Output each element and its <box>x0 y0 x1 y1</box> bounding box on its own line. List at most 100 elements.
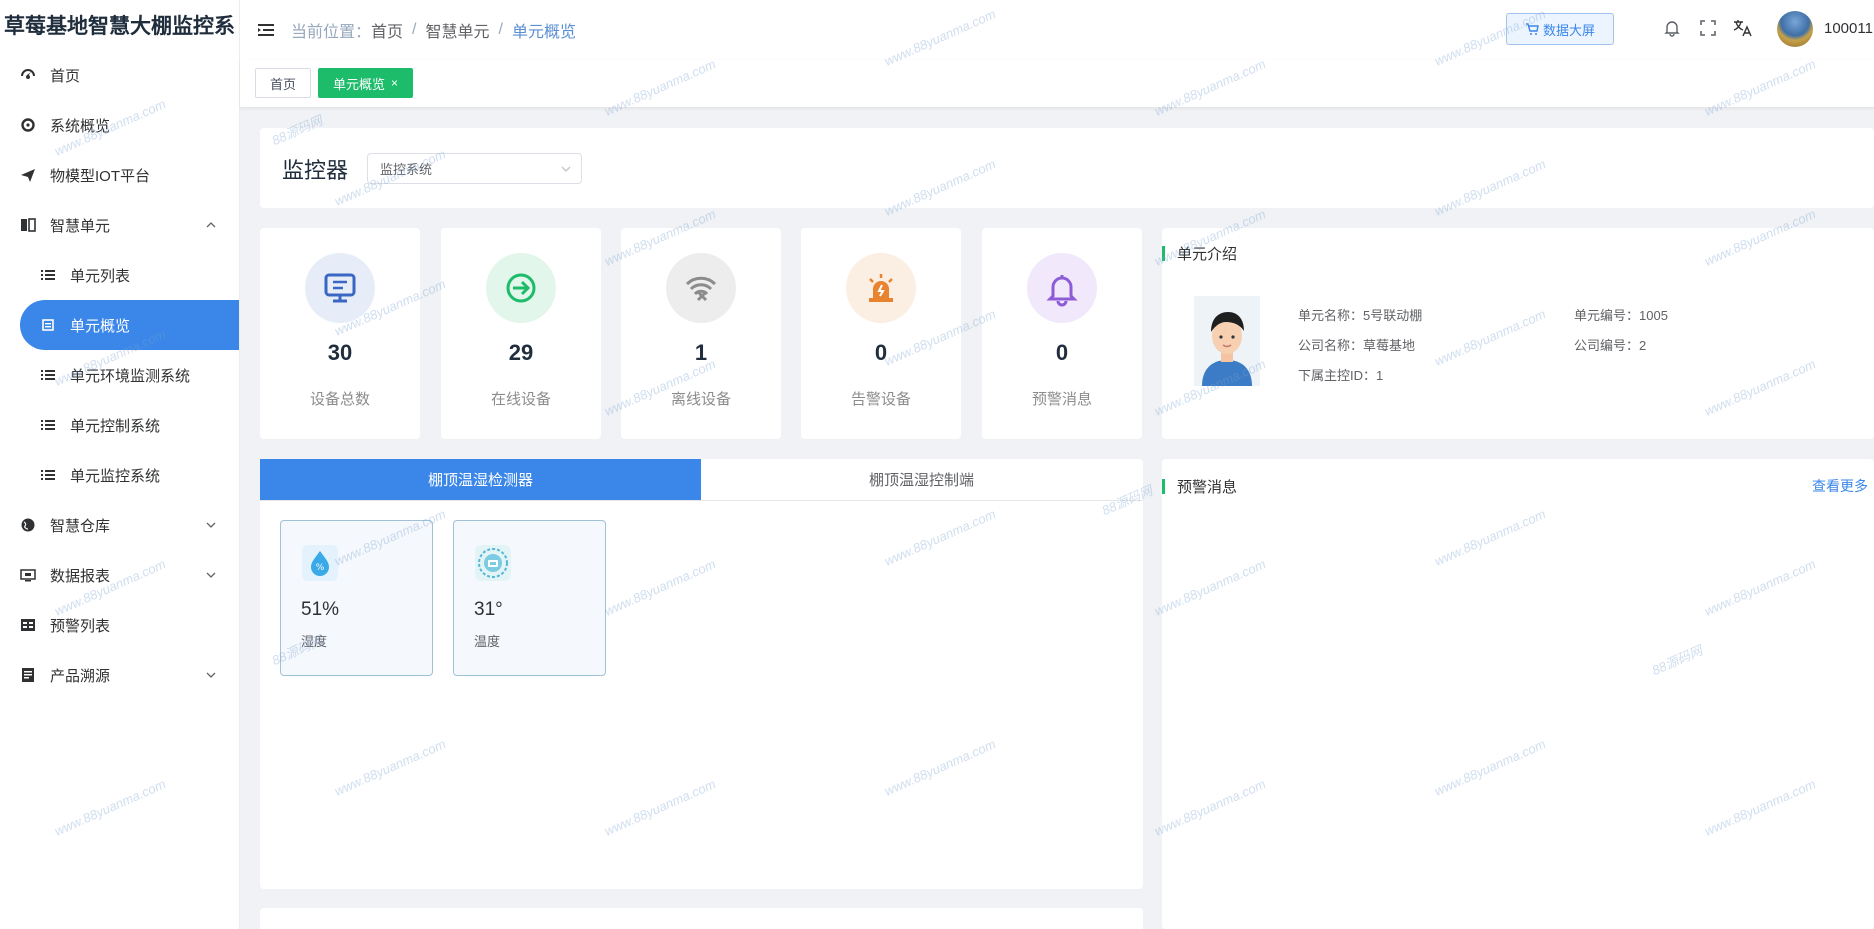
chevron-up-icon <box>205 219 217 231</box>
wifi-off-icon <box>666 253 736 323</box>
warning-title: 预警消息 <box>1162 476 1237 497</box>
sidebar-item-data-report[interactable]: 数据报表 <box>0 550 239 600</box>
stat-value: 29 <box>508 340 534 365</box>
company-number: 公司编号：2 <box>1574 338 1647 353</box>
archive-icon <box>20 667 36 683</box>
sidebar-subitem-label: 单元列表 <box>70 267 131 285</box>
monitor-select[interactable]: 监控系统 <box>367 153 582 184</box>
data-screen-label: 数据大屏 <box>1542 22 1595 38</box>
sidebar-item-warning-list[interactable]: 预警列表 <box>0 600 239 650</box>
unit-avatar-image <box>1194 296 1260 386</box>
sidebar-subitem-unit-overview[interactable]: 单元概览 <box>20 300 239 350</box>
avatar[interactable] <box>1777 11 1813 47</box>
stat-label: 离线设备 <box>670 391 731 408</box>
data-screen-button[interactable]: 数据大屏 <box>1506 13 1614 45</box>
breadcrumb-separator: / <box>412 21 417 38</box>
sidebar-item-iot-platform[interactable]: 物模型IOT平台 <box>0 150 239 200</box>
sidebar-item-product-trace[interactable]: 产品溯源 <box>0 650 239 700</box>
app-title: 草莓基地智慧大棚监控系 <box>4 15 235 38</box>
breadcrumb-current: 单元概览 <box>511 24 576 41</box>
tab-roof-detector[interactable]: 棚顶温湿检测器 <box>260 459 701 500</box>
stat-value: 0 <box>874 340 888 365</box>
hamburger-icon[interactable] <box>256 20 276 40</box>
list-icon <box>40 367 56 383</box>
sidebar-subitem-label: 单元监控系统 <box>70 467 161 485</box>
section-marker <box>1162 246 1165 261</box>
sidebar-subitem-label: 单元环境监测系统 <box>70 367 191 385</box>
sensor-value: 31° <box>474 599 503 620</box>
sidebar-item-label: 系统概览 <box>50 117 111 135</box>
list-icon <box>40 467 56 483</box>
chevron-down-icon <box>205 519 217 531</box>
breadcrumb-prefix: 当前位置： <box>291 24 372 41</box>
sidebar-item-label: 首页 <box>50 67 81 85</box>
sidebar-item-label: 预警列表 <box>50 617 111 635</box>
tag-label: 单元概览 <box>333 76 386 92</box>
breadcrumb-smart-unit[interactable]: 智慧单元 <box>425 18 489 42</box>
globe-icon <box>20 517 36 533</box>
sensor-humidity[interactable]: % 51% 湿度 <box>280 520 433 676</box>
sidebar-subitem-control-system[interactable]: 单元控制系统 <box>0 400 239 450</box>
stat-card-online: 29 在线设备 <box>441 228 601 439</box>
tag-home[interactable]: 首页 <box>255 68 312 98</box>
sidebar-item-label: 智慧单元 <box>50 217 111 235</box>
sensor-label: 温度 <box>474 634 501 649</box>
bell-icon[interactable] <box>1662 18 1682 38</box>
user-id[interactable]: 100011 <box>1824 20 1873 37</box>
stat-card-alarm: 0 告警设备 <box>801 228 961 439</box>
sensor-temperature[interactable]: 31° 温度 <box>453 520 606 676</box>
sidebar-subitem-monitor-system[interactable]: 单元监控系统 <box>0 450 239 500</box>
list-icon <box>40 267 56 283</box>
section-title-text: 单元介绍 <box>1177 246 1238 263</box>
stat-card-warning: 0 预警消息 <box>982 228 1142 439</box>
tags-bar: 首页 单元概览 × <box>240 60 1874 108</box>
sensor-tabs: 棚顶温湿检测器 棚顶温湿控制端 <box>260 459 1143 501</box>
stat-value: 30 <box>327 340 353 365</box>
sidebar-subitem-label: 单元概览 <box>70 317 131 335</box>
view-more-link[interactable]: 查看更多 <box>1812 476 1868 496</box>
document-icon <box>40 317 56 333</box>
sidebar-item-system-overview[interactable]: 系统概览 <box>0 100 239 150</box>
sidebar-item-label: 数据报表 <box>50 567 111 585</box>
header: 当前位置： 首页 / 智慧单元 / 单元概览 数据大屏 100011 <box>240 0 1874 60</box>
section-title-text: 预警消息 <box>1177 479 1238 496</box>
sidebar-subitem-label: 单元控制系统 <box>70 417 161 435</box>
unit-intro-title: 单元介绍 <box>1162 243 1237 264</box>
controller-id: 下属主控ID：1 <box>1298 368 1384 383</box>
close-icon[interactable]: × <box>391 76 398 90</box>
stat-value: 1 <box>694 340 708 365</box>
sidebar: 草莓基地智慧大棚监控系 首页 系统概览 物模型IOT平台 智慧单元 单元列表 单… <box>0 0 240 929</box>
sensor-value: 51% <box>301 599 340 620</box>
stat-label: 告警设备 <box>850 391 911 408</box>
sensor-label: 湿度 <box>301 634 328 649</box>
water-drop-icon: % <box>302 545 338 581</box>
monitor-icon <box>20 567 36 583</box>
tab-roof-controller[interactable]: 棚顶温湿控制端 <box>701 459 1142 500</box>
sidebar-item-label: 产品溯源 <box>50 667 111 685</box>
stat-value: 0 <box>1055 340 1069 365</box>
sidebar-item-home[interactable]: 首页 <box>0 50 239 100</box>
alarm-light-icon <box>846 253 916 323</box>
select-value: 监控系统 <box>380 162 433 177</box>
stat-card-total: 30 设备总数 <box>260 228 420 439</box>
section-marker <box>1162 479 1165 494</box>
monitor-icon <box>305 253 375 323</box>
breadcrumb-home[interactable]: 首页 <box>371 18 403 42</box>
breadcrumb-separator: / <box>498 21 503 38</box>
list-icon <box>40 417 56 433</box>
bottom-card <box>260 908 1143 929</box>
tag-unit-overview[interactable]: 单元概览 × <box>318 68 414 98</box>
tag-label: 首页 <box>270 76 297 92</box>
fullscreen-icon[interactable] <box>1698 18 1718 38</box>
chevron-down-icon <box>205 569 217 581</box>
unit-number: 单元编号：1005 <box>1574 308 1668 323</box>
sidebar-item-smart-warehouse[interactable]: 智慧仓库 <box>0 500 239 550</box>
unit-name: 单元名称：5号联动棚 <box>1298 308 1423 323</box>
stat-label: 预警消息 <box>1031 391 1092 408</box>
sidebar-subitem-unit-list[interactable]: 单元列表 <box>0 250 239 300</box>
sidebar-item-smart-unit[interactable]: 智慧单元 <box>0 200 239 250</box>
bell-icon <box>1027 253 1097 323</box>
translate-icon[interactable] <box>1733 18 1753 38</box>
sidebar-item-label: 智慧仓库 <box>50 517 111 535</box>
sidebar-subitem-env-monitor[interactable]: 单元环境监测系统 <box>0 350 239 400</box>
